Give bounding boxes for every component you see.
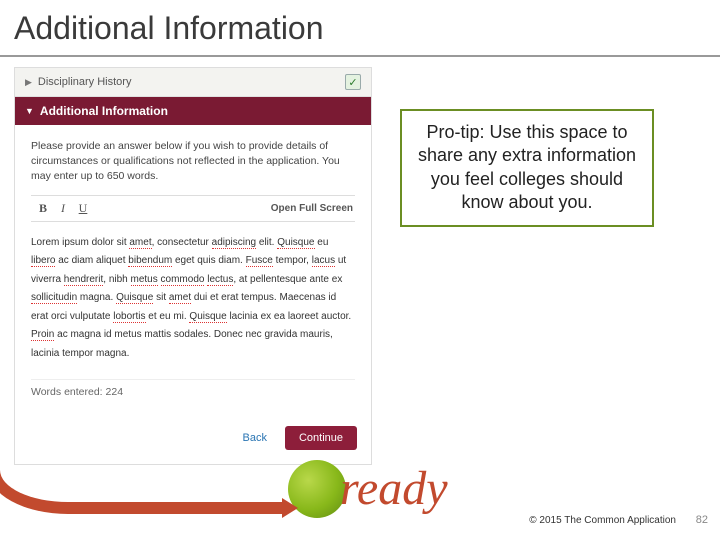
logo-wordmark: ready [340,465,448,513]
continue-button[interactable]: Continue [285,426,357,450]
application-panel: ▶ Disciplinary History ✓ ▼ Additional In… [14,67,372,465]
chevron-right-icon: ▶ [25,77,32,88]
fullscreen-button[interactable]: Open Full Screen [271,203,353,214]
chevron-down-icon: ▼ [25,106,34,116]
tip-callout: Pro-tip: Use this space to share any ext… [400,109,654,227]
page-number: 82 [696,514,708,526]
accordion-item-disciplinary[interactable]: ▶ Disciplinary History ✓ [15,68,371,97]
panel-footer: Back Continue [15,418,371,464]
back-button[interactable]: Back [234,426,274,450]
title-divider [0,55,720,57]
accordion-label: Additional Information [40,104,168,118]
essay-textarea[interactable]: Lorem ipsum dolor sit amet, consectetur … [31,234,355,364]
copyright-text: © 2015 The Common Application [529,515,676,526]
editor-toolbar: B I U Open Full Screen [31,195,355,222]
check-icon: ✓ [345,74,361,90]
content-row: ▶ Disciplinary History ✓ ▼ Additional In… [0,67,720,465]
word-count: Words entered: 224 [31,379,355,408]
swoosh-arrow-icon [0,470,288,514]
accordion-label: Disciplinary History [38,76,132,88]
panel-body: Please provide an answer below if you wi… [15,125,371,418]
slide-title: Additional Information [0,0,720,55]
prompt-text: Please provide an answer below if you wi… [31,139,355,185]
accordion-item-additional[interactable]: ▼ Additional Information [15,97,371,125]
italic-button[interactable]: I [53,201,73,216]
underline-button[interactable]: U [73,201,93,216]
footer-logo: ready [248,460,448,518]
bold-button[interactable]: B [33,201,53,216]
